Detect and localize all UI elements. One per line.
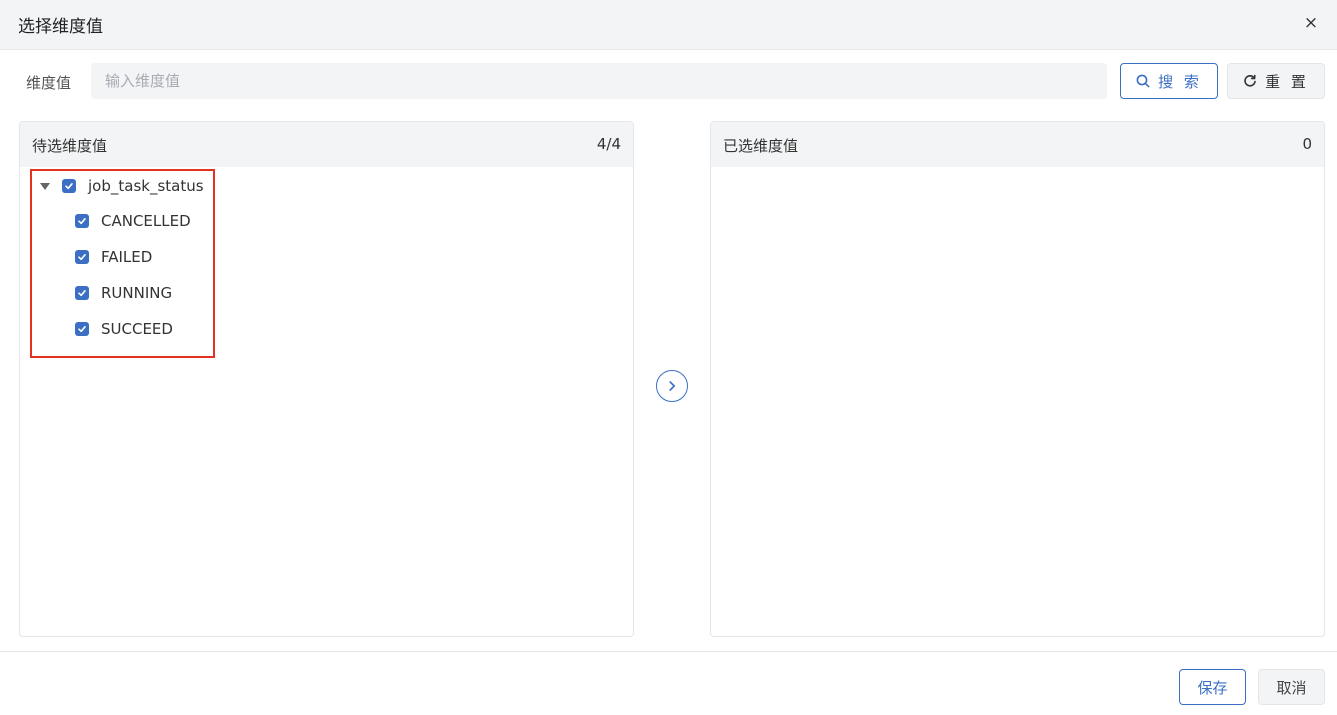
candidate-values-panel: 待选维度值 4/4 job_task_status CANCELLED FAIL… (19, 121, 634, 637)
dialog-title: 选择维度值 (18, 17, 103, 37)
search-icon (1136, 74, 1150, 88)
selected-panel-title: 已选维度值 (723, 137, 799, 155)
candidate-panel-title: 待选维度值 (32, 137, 108, 155)
selected-count: 0 (1302, 135, 1312, 153)
refresh-icon (1243, 74, 1257, 88)
candidate-count: 4/4 (596, 135, 621, 153)
reset-button[interactable]: 重 置 (1227, 63, 1325, 99)
highlight-box (30, 169, 215, 358)
dialog-header: 选择维度值 × (0, 0, 1337, 50)
search-button[interactable]: 搜 索 (1120, 63, 1218, 99)
chevron-right-icon (666, 380, 678, 392)
candidate-panel-header: 待选维度值 4/4 (20, 122, 633, 167)
search-button-label: 搜 索 (1158, 72, 1202, 91)
save-button[interactable]: 保存 (1179, 669, 1246, 705)
reset-button-label: 重 置 (1265, 72, 1309, 91)
close-icon[interactable]: × (1303, 13, 1319, 33)
search-input[interactable] (91, 63, 1107, 99)
cancel-button[interactable]: 取消 (1258, 669, 1325, 705)
selected-values-panel: 已选维度值 0 (710, 121, 1325, 637)
footer-divider (0, 651, 1337, 652)
transfer-button[interactable] (656, 370, 688, 402)
search-label: 维度值 (26, 74, 72, 92)
selected-panel-header: 已选维度值 0 (711, 122, 1324, 167)
